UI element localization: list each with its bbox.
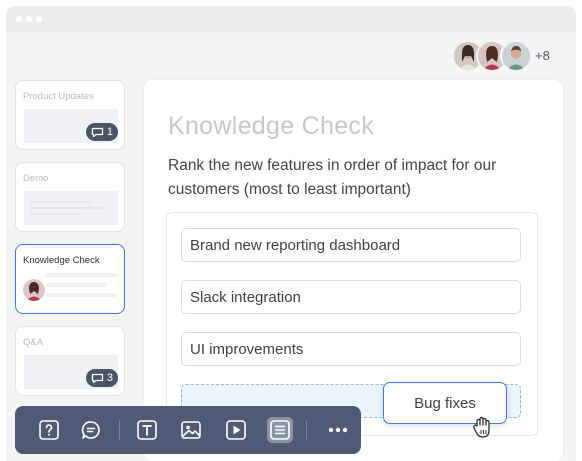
slide-title: Knowledge Check: [23, 255, 100, 266]
title-bar: [6, 6, 576, 32]
comment-badge[interactable]: 1: [85, 123, 118, 141]
slide-title: Q&A: [23, 337, 44, 348]
text-icon[interactable]: [134, 417, 160, 443]
slide-line: [30, 207, 104, 209]
slide-thumb-product-updates[interactable]: Product Updates 1: [15, 80, 125, 150]
rank-item[interactable]: UI improvements: [181, 332, 521, 366]
list-icon[interactable]: [267, 417, 293, 443]
toolbar-divider: [306, 420, 307, 440]
presenter-avatar: [23, 279, 45, 301]
question-icon[interactable]: [36, 417, 62, 443]
slide-title: Demo: [23, 173, 49, 184]
grab-cursor-icon: [470, 414, 496, 445]
avatar[interactable]: [500, 40, 532, 72]
image-icon[interactable]: [178, 417, 204, 443]
comment-icon: [91, 127, 104, 137]
app-window: +8 Product Updates 1 Demo Knowledge Chec…: [6, 6, 576, 461]
question-title: Knowledge Check: [168, 112, 375, 140]
slide-thumb-qa[interactable]: Q&A 3: [15, 326, 125, 396]
slide-line: [46, 273, 118, 277]
chat-icon[interactable]: [78, 417, 104, 443]
participant-count[interactable]: +8: [535, 48, 550, 63]
slide-type-toolbar: [15, 406, 361, 454]
comment-count: 3: [106, 372, 113, 384]
toolbar-divider: [119, 420, 120, 440]
video-icon[interactable]: [223, 417, 249, 443]
slide-thumb-demo[interactable]: Demo: [15, 162, 125, 232]
rank-item[interactable]: Brand new reporting dashboard: [181, 228, 521, 262]
more-icon[interactable]: [325, 417, 351, 443]
window-dot: [36, 16, 42, 22]
comment-icon: [91, 373, 104, 383]
slide-line: [46, 293, 116, 297]
question-prompt: Rank the new features in order of impact…: [168, 157, 497, 198]
window-dot: [16, 16, 22, 22]
comment-badge[interactable]: 3: [85, 369, 118, 387]
slide-line: [30, 213, 80, 215]
slide-line: [30, 201, 90, 203]
slide-thumb-knowledge-check[interactable]: Knowledge Check: [15, 244, 125, 314]
rank-item[interactable]: Slack integration: [181, 280, 521, 314]
comment-count: 1: [106, 126, 113, 138]
slide-line: [46, 283, 106, 287]
slide-title: Product Updates: [23, 91, 94, 102]
window-dot: [26, 16, 32, 22]
